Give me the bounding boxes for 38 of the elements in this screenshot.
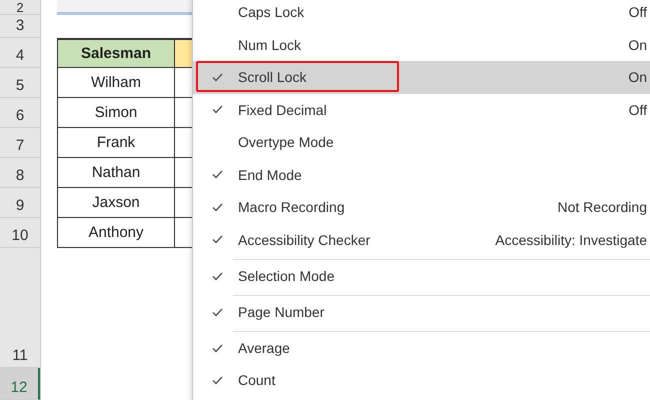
check-icon [212, 235, 223, 244]
menu-item[interactable]: Scroll Lock On [193, 61, 650, 94]
menu-item[interactable]: Average [193, 331, 650, 364]
row-header[interactable]: 12 [0, 368, 40, 400]
check-icon [212, 272, 223, 280]
row-header[interactable]: 10 [0, 218, 40, 248]
menu-item[interactable]: Selection Mode [193, 259, 650, 292]
check-icon [212, 105, 223, 114]
table-cell: Simon [57, 98, 175, 128]
menu-item[interactable]: Accessibility Checker Accessibility: Investigate [193, 224, 650, 256]
menu-item[interactable]: Num Lock On [193, 28, 650, 61]
row-header[interactable]: 8 [0, 158, 40, 188]
check-icon [212, 72, 223, 82]
row-header[interactable]: 4 [0, 38, 40, 68]
check-icon [212, 170, 223, 180]
menu-item[interactable]: Caps Lock Off [193, 0, 650, 28]
table-cell: Frank [57, 128, 175, 158]
check-icon [212, 376, 223, 385]
table-cell: Jaxson [57, 188, 175, 218]
table-cell: Anthony [57, 218, 175, 248]
menu-item[interactable]: End Mode [193, 158, 650, 191]
menu-item[interactable]: Page Number [193, 295, 650, 328]
row-header[interactable]: 2 [0, 0, 40, 15]
check-icon [212, 308, 223, 316]
row-header[interactable]: 5 [0, 68, 40, 98]
menu-item[interactable]: Fixed Decimal Off [193, 94, 650, 126]
table-header-cell: Salesman [57, 38, 175, 68]
menu-item[interactable]: Macro Recording Not Recording [193, 191, 650, 224]
table-cell: Wilham [57, 68, 175, 98]
check-icon [212, 344, 223, 352]
menu-item[interactable]: Overtype Mode [193, 126, 650, 158]
row-header[interactable]: 6 [0, 98, 40, 128]
row-header[interactable]: 3 [0, 15, 40, 38]
check-icon [212, 202, 223, 212]
row-header[interactable]: 7 [0, 128, 40, 158]
table-cell: Nathan [57, 158, 175, 188]
menu-item[interactable]: Count [193, 364, 650, 396]
row-header[interactable]: 9 [0, 188, 40, 218]
